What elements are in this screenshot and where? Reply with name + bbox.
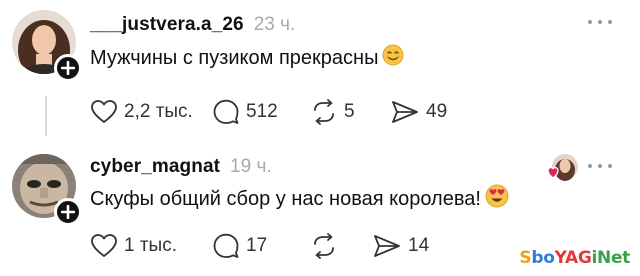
more-options-button[interactable] (588, 162, 612, 170)
username[interactable]: cyber_magnat (90, 156, 220, 178)
author-avatar-wrap (12, 10, 82, 82)
action-bar: 1 тыс. 17 14 (90, 230, 429, 262)
shares-count: 14 (408, 235, 430, 256)
reposts-count: 5 (344, 101, 355, 122)
thread-line (45, 96, 47, 136)
post-text: Мужчины с пузиком прекрасны (90, 46, 379, 69)
dot-icon (608, 164, 612, 168)
post-text-row: Мужчины с пузиком прекрасны (90, 44, 404, 72)
dot-icon (588, 164, 592, 168)
dot-icon (608, 20, 612, 24)
follow-plus-button[interactable] (54, 54, 82, 82)
heart-icon (91, 100, 117, 123)
replies-count: 512 (246, 101, 278, 122)
shares-count: 49 (426, 101, 448, 122)
reply-button[interactable]: 512 (212, 96, 310, 128)
username[interactable]: ___justvera.a_26 (90, 14, 244, 36)
send-icon (374, 235, 400, 257)
follow-plus-button[interactable] (54, 198, 82, 226)
plus-icon (61, 205, 75, 219)
timestamp: 19 ч. (230, 156, 272, 177)
likes-count: 1 тыс. (124, 235, 177, 256)
comment-icon (213, 99, 239, 124)
repost-button[interactable] (310, 230, 372, 262)
timestamp: 23 ч. (253, 14, 296, 35)
plus-icon (61, 61, 75, 75)
likes-count: 2,2 тыс. (124, 101, 193, 122)
post-text: Скуфы общий сбор у нас новая королева! (90, 187, 481, 210)
watermark-logo: SboYAGiNet (519, 248, 630, 268)
liked-by-author-avatar (547, 154, 578, 181)
dot-icon (588, 20, 592, 24)
heart-icon (91, 234, 117, 257)
comment-icon (213, 233, 239, 258)
smiling-face-emoji-icon (382, 44, 404, 72)
repost-icon (314, 233, 334, 259)
dot-icon (598, 20, 602, 24)
repost-icon (314, 99, 334, 125)
like-button[interactable]: 1 тыс. (90, 230, 212, 262)
replies-count: 17 (246, 235, 268, 256)
send-icon (392, 101, 418, 123)
heart-eyes-emoji-icon (485, 184, 509, 214)
share-button[interactable]: 14 (372, 230, 429, 262)
dot-icon (598, 164, 602, 168)
author-liked-indicator (546, 152, 580, 186)
post-justvera: ___justvera.a_26 23 ч. Мужчины с пузиком… (0, 0, 640, 140)
post-text-row: Скуфы общий сбор у нас новая королева! (90, 184, 509, 214)
author-avatar-wrap (12, 154, 82, 226)
repost-button[interactable]: 5 (310, 96, 390, 128)
action-bar: 2,2 тыс. 512 5 49 (90, 96, 447, 128)
reply-button[interactable]: 17 (212, 230, 310, 262)
share-button[interactable]: 49 (390, 96, 447, 128)
post-header: cyber_magnat 19 ч. (90, 152, 272, 182)
like-button[interactable]: 2,2 тыс. (90, 96, 212, 128)
more-options-button[interactable] (588, 18, 612, 26)
post-header: ___justvera.a_26 23 ч. (90, 10, 295, 40)
